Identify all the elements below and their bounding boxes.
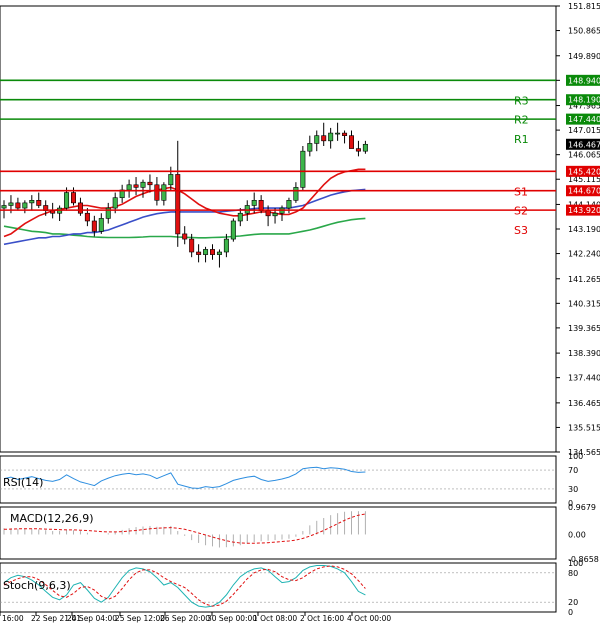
candle-down-body: [91, 220, 97, 232]
x-tick-label: 30 Sep 00:00: [207, 614, 257, 623]
price-tick-label: 139.365: [568, 324, 600, 333]
candle-down-body: [182, 233, 188, 240]
candle-down-body: [258, 200, 264, 211]
price-tick-label: 141.265: [568, 275, 600, 284]
candle: [300, 146, 306, 190]
level-price-label-r2: 148.190: [568, 96, 600, 105]
price-tick-label: 142.240: [568, 250, 600, 259]
candle-down-body: [355, 148, 361, 152]
candle-up-body: [293, 187, 299, 201]
candle-up-body: [335, 132, 341, 135]
candle-up-body: [8, 202, 14, 206]
level-name-s1: S1: [514, 185, 528, 198]
candle-down-body: [133, 184, 139, 188]
candle-down-body: [210, 249, 216, 255]
level-price-label-s1: 145.420: [568, 167, 600, 176]
candle-up-body: [272, 212, 278, 217]
rsi-tick-label: 100: [568, 452, 583, 461]
candle-up-body: [216, 251, 222, 255]
x-tick-label: 4 Oct 00:00: [347, 614, 391, 623]
price-tick-label: 146.065: [568, 151, 600, 160]
stoch-label: Stoch(9,6,3): [3, 579, 71, 592]
x-tick-label: 16:00: [2, 614, 24, 623]
candle-down-body: [196, 251, 202, 255]
price-tick-label: 150.865: [568, 27, 600, 36]
candle-up-body: [223, 238, 229, 253]
candle-down-body: [84, 212, 90, 222]
price-tick-label: 137.440: [568, 374, 600, 383]
candle-down-body: [15, 202, 21, 209]
x-tick-label: 1 Oct 08:00: [253, 614, 297, 623]
x-axis: 16:00 22 Sep 21:0124 Sep 04:0025 Sep 12:0…: [0, 612, 391, 623]
x-tick-label: 26 Sep 20:00: [160, 614, 210, 623]
price-tick-label: 143.190: [568, 225, 600, 234]
x-tick-label: 25 Sep 12:00: [115, 614, 165, 623]
candle-down-body: [77, 202, 83, 214]
rsi-tick-label: 30: [568, 485, 578, 494]
price-tick-label: 147.015: [568, 126, 600, 135]
candle-up-body: [22, 202, 28, 209]
candle-down-body: [265, 210, 271, 217]
candle-up-body: [230, 220, 236, 240]
level-name-s2: S2: [514, 205, 528, 218]
price-tick-label: 149.890: [568, 52, 600, 61]
price-tick-label: 136.465: [568, 399, 600, 408]
candle-up-body: [168, 174, 174, 186]
x-tick-label: 2 Oct 16:00: [300, 614, 344, 623]
rsi-tick-label: 70: [568, 466, 578, 475]
stoch-tick-label: 100: [568, 559, 583, 568]
level-price-label-s2: 144.670: [568, 187, 600, 196]
level-name-r3: R3: [514, 94, 529, 107]
candle-down-body: [36, 200, 42, 206]
macd-label: MACD(12,26,9): [10, 512, 94, 525]
stoch-tick-label: 80: [568, 569, 578, 578]
macd-tick-label: 0.00: [568, 530, 586, 539]
level-price-label-s3: 143.920: [568, 206, 600, 215]
candle-up-body: [237, 212, 243, 222]
candle-down-body: [147, 181, 153, 186]
current-price-label: 146.467: [568, 140, 600, 149]
candle-up-body: [112, 197, 118, 209]
stoch-tick-label: 20: [568, 598, 578, 607]
candle-up-body: [328, 132, 334, 142]
candle-up-body: [314, 135, 320, 144]
candle-down-body: [348, 135, 354, 149]
candle-up-body: [307, 143, 313, 152]
candle-down-body: [342, 132, 348, 136]
candle-up-body: [362, 143, 368, 152]
candle-up-body: [251, 200, 257, 206]
level-price-label-r1: 147.440: [568, 115, 600, 124]
chart-root: 151.815150.865149.890148.940147.965147.0…: [0, 0, 600, 626]
price-tick-label: 140.315: [568, 299, 600, 308]
candle-down-body: [71, 192, 77, 204]
price-tick-label: 135.515: [568, 423, 600, 432]
price-tick-label: 138.390: [568, 349, 600, 358]
price-tick-label: 151.815: [568, 2, 600, 11]
candle-down-body: [189, 238, 195, 253]
candle-down-body: [154, 184, 160, 201]
level-name-s3: S3: [514, 224, 528, 237]
candle-down-body: [321, 135, 327, 142]
candle-up-body: [98, 218, 104, 232]
candle-up-body: [161, 184, 167, 201]
candle-up-body: [64, 192, 70, 209]
macd-tick-label: 0.9679: [568, 503, 596, 512]
rsi-label: RSI(14): [3, 476, 43, 489]
x-tick-label: 24 Sep 04:00: [67, 614, 117, 623]
candle-down-body: [175, 174, 181, 235]
candle-up-body: [126, 184, 132, 191]
candle-down-body: [50, 210, 56, 214]
level-name-r2: R2: [514, 114, 529, 127]
candle-up-body: [286, 200, 292, 209]
level-price-label-r3: 148.940: [568, 76, 600, 85]
level-name-r1: R1: [514, 133, 529, 146]
candle: [230, 218, 236, 242]
candle-up-body: [140, 181, 146, 188]
candle-up-body: [1, 205, 7, 209]
candle-up-body: [203, 249, 209, 255]
candle-up-body: [300, 150, 306, 188]
stoch-tick-label: 0: [568, 608, 573, 617]
candle-up-body: [29, 200, 35, 204]
